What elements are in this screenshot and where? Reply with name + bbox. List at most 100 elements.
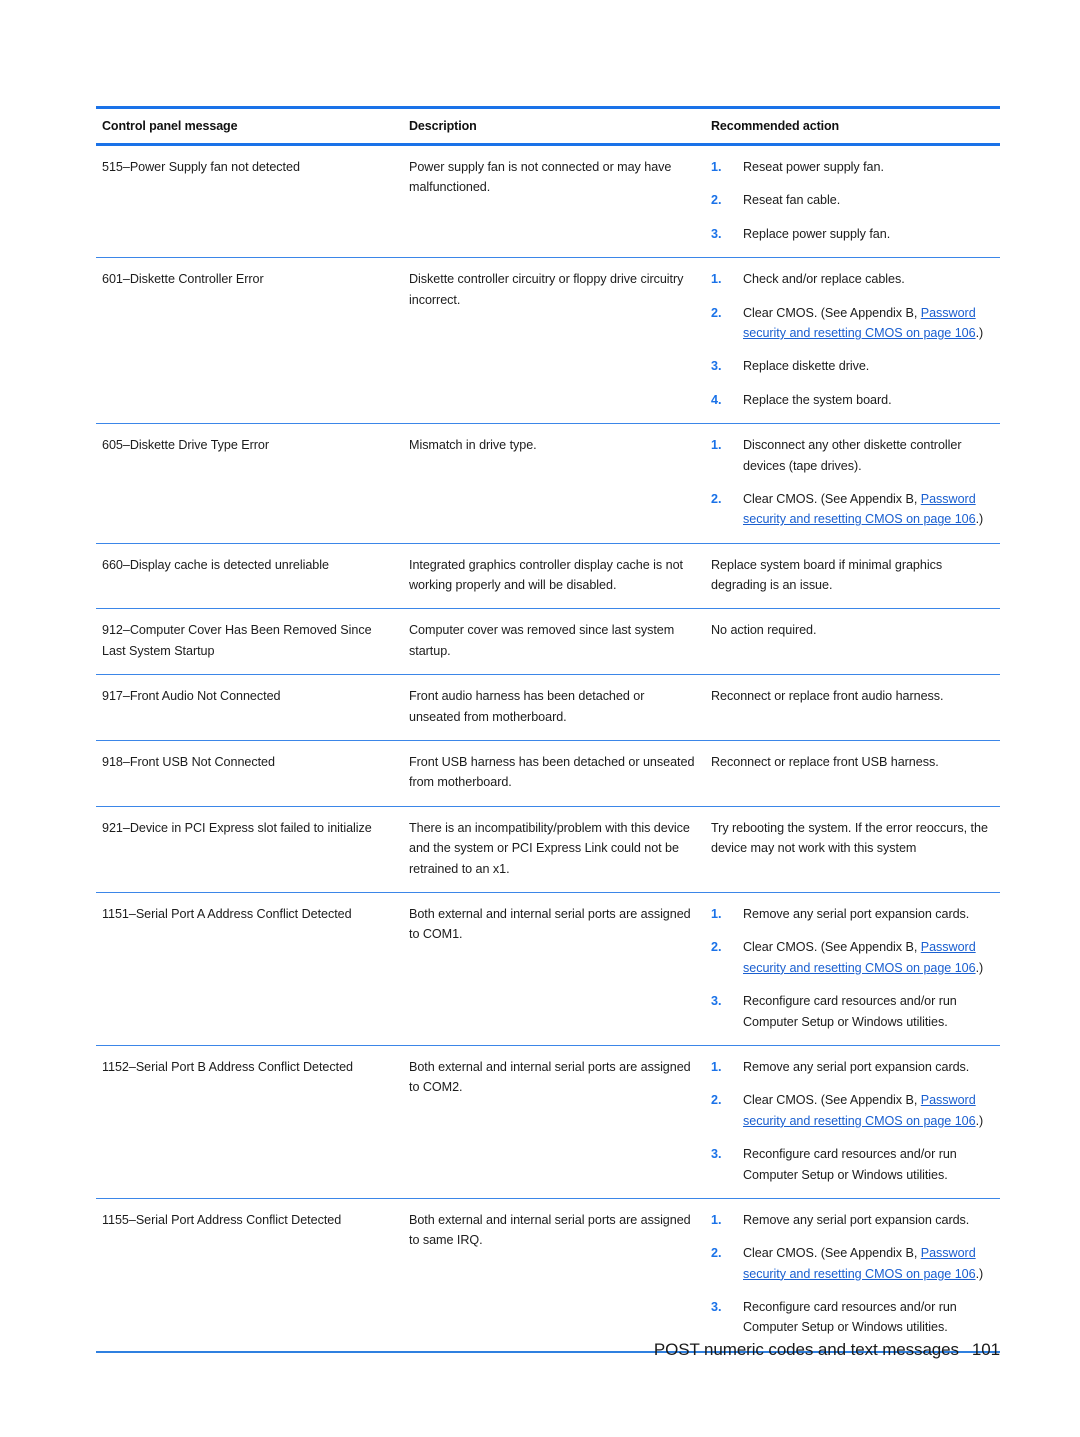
cell-control-panel-message: 1155–Serial Port Address Conflict Detect… bbox=[96, 1198, 403, 1353]
step-text-lead: Clear CMOS. (See Appendix B, bbox=[743, 491, 921, 506]
footer-section-title: POST numeric codes and text messages bbox=[653, 1340, 959, 1359]
step-text: Clear CMOS. (See Appendix B, Password se… bbox=[743, 303, 990, 344]
cell-description: Integrated graphics controller display c… bbox=[403, 543, 705, 610]
step-text-lead: Clear CMOS. (See Appendix B, bbox=[743, 940, 921, 955]
cell-control-panel-message: 1151–Serial Port A Address Conflict Dete… bbox=[96, 892, 403, 1046]
cell-description: Both external and internal serial ports … bbox=[403, 892, 705, 1046]
cell-recommended-action: 1. Remove any serial port expansion cards… bbox=[705, 1198, 1000, 1353]
table-header-row: Control panel message Description Recomm… bbox=[96, 106, 1000, 146]
step-text-tail: .) bbox=[975, 325, 984, 340]
action-step: 2. Clear CMOS. (See Appendix B, Password … bbox=[711, 489, 990, 530]
column-header-control-panel-message: Control panel message bbox=[96, 106, 403, 146]
cell-control-panel-message: 912–Computer Cover Has Been Removed Sinc… bbox=[96, 608, 403, 676]
table-row: 601–Diskette Controller Error Diskette co… bbox=[96, 257, 1000, 425]
step-number: 3. bbox=[711, 226, 722, 241]
table-body: 515–Power Supply fan not detected Power s… bbox=[96, 144, 1000, 1353]
action-step: 3. Replace power supply fan. bbox=[711, 224, 990, 244]
step-number: 3. bbox=[711, 359, 722, 374]
cell-description: Power supply fan is not connected or may… bbox=[403, 144, 705, 259]
page-footer: POST numeric codes and text messages 101 bbox=[0, 1340, 1080, 1360]
step-text-tail: .) bbox=[975, 512, 984, 527]
step-number: 3. bbox=[711, 1147, 722, 1162]
action-step: 1. Remove any serial port expansion cards… bbox=[711, 1057, 990, 1077]
cell-recommended-action: Reconnect or replace front USB harness. bbox=[705, 740, 1000, 807]
action-text: Try rebooting the system. If the error r… bbox=[711, 820, 988, 856]
step-number: 1. bbox=[711, 160, 722, 174]
table-row: 918–Front USB Not Connected Front USB har… bbox=[96, 740, 1000, 807]
step-text-lead: Clear CMOS. (See Appendix B, bbox=[743, 1093, 921, 1108]
action-step: 3. Replace diskette drive. bbox=[711, 356, 990, 376]
column-header-recommended-action: Recommended action bbox=[705, 106, 1000, 146]
table-row: 1155–Serial Port Address Conflict Detect… bbox=[96, 1198, 1000, 1353]
step-text-lead: Replace the system board. bbox=[743, 392, 892, 407]
step-text: Reconfigure card resources and/or run Co… bbox=[743, 991, 990, 1032]
action-step: 1. Remove any serial port expansion cards… bbox=[711, 1210, 990, 1230]
table-row: 912–Computer Cover Has Been Removed Sinc… bbox=[96, 608, 1000, 676]
cell-description: Computer cover was removed since last sy… bbox=[403, 608, 705, 676]
post-codes-table: Control panel message Description Recomm… bbox=[96, 106, 1000, 1353]
cell-recommended-action: 1. Check and/or replace cables. 2. Clear CM… bbox=[705, 257, 1000, 425]
cell-recommended-action: Try rebooting the system. If the error r… bbox=[705, 806, 1000, 893]
step-text: Reseat power supply fan. bbox=[743, 157, 990, 177]
cell-description: There is an incompatibility/problem with… bbox=[403, 806, 705, 893]
table-row: 1152–Serial Port B Address Conflict Dete… bbox=[96, 1045, 1000, 1199]
action-step: 1. Check and/or replace cables. bbox=[711, 269, 990, 289]
cell-description: Both external and internal serial ports … bbox=[403, 1045, 705, 1199]
cell-control-panel-message: 1152–Serial Port B Address Conflict Dete… bbox=[96, 1045, 403, 1199]
cell-description: Diskette controller circuitry or floppy … bbox=[403, 257, 705, 425]
step-number: 4. bbox=[711, 392, 722, 407]
step-text-lead: Replace diskette drive. bbox=[743, 359, 870, 374]
step-number: 2. bbox=[711, 1093, 722, 1108]
step-number: 1. bbox=[711, 906, 722, 921]
action-step-list: 1. Reseat power supply fan. 2. Reseat fan c… bbox=[711, 157, 990, 244]
step-number: 2. bbox=[711, 193, 722, 208]
step-number: 1. bbox=[711, 438, 722, 453]
step-text-lead: Disconnect any other diskette controller… bbox=[743, 438, 962, 473]
step-text-tail: .) bbox=[975, 1266, 984, 1281]
step-text-lead: Remove any serial port expansion cards. bbox=[743, 906, 970, 921]
step-text-lead: Remove any serial port expansion cards. bbox=[743, 1212, 970, 1227]
step-text-lead: Reconfigure card resources and/or run Co… bbox=[743, 1147, 957, 1182]
table-row: 917–Front Audio Not Connected Front audio… bbox=[96, 674, 1000, 742]
cell-recommended-action: Replace system board if minimal graphics… bbox=[705, 543, 1000, 610]
cell-control-panel-message: 601–Diskette Controller Error bbox=[96, 257, 403, 425]
action-step: 2. Clear CMOS. (See Appendix B, Password … bbox=[711, 937, 990, 978]
step-text-lead: Reseat fan cable. bbox=[743, 193, 841, 208]
step-number: 2. bbox=[711, 491, 722, 506]
table-header: Control panel message Description Recomm… bbox=[96, 106, 1000, 146]
step-number: 2. bbox=[711, 1246, 722, 1261]
post-codes-table-container: Control panel message Description Recomm… bbox=[96, 106, 1000, 1353]
step-text: Clear CMOS. (See Appendix B, Password se… bbox=[743, 1243, 990, 1284]
action-text: Reconnect or replace front audio harness… bbox=[711, 689, 944, 704]
step-number: 3. bbox=[711, 1300, 722, 1315]
step-text: Reseat fan cable. bbox=[743, 190, 990, 210]
cell-control-panel-message: 918–Front USB Not Connected bbox=[96, 740, 403, 807]
step-text-lead: Replace power supply fan. bbox=[743, 226, 891, 241]
cell-recommended-action: Reconnect or replace front audio harness… bbox=[705, 674, 1000, 742]
step-text: Clear CMOS. (See Appendix B, Password se… bbox=[743, 1090, 990, 1131]
cell-control-panel-message: 605–Diskette Drive Type Error bbox=[96, 423, 403, 544]
step-text-lead: Reconfigure card resources and/or run Co… bbox=[743, 994, 957, 1029]
table-row: 515–Power Supply fan not detected Power s… bbox=[96, 144, 1000, 259]
step-number: 1. bbox=[711, 1059, 722, 1074]
step-text-lead: Clear CMOS. (See Appendix B, bbox=[743, 305, 921, 320]
action-step: 2. Clear CMOS. (See Appendix B, Password … bbox=[711, 1090, 990, 1131]
step-text: Clear CMOS. (See Appendix B, Password se… bbox=[743, 489, 990, 530]
document-page: Control panel message Description Recomm… bbox=[0, 0, 1080, 1437]
action-step-list: 1. Remove any serial port expansion cards… bbox=[711, 1057, 990, 1185]
step-text: Disconnect any other diskette controller… bbox=[743, 435, 990, 476]
step-text: Remove any serial port expansion cards. bbox=[743, 1057, 990, 1077]
step-text: Clear CMOS. (See Appendix B, Password se… bbox=[743, 937, 990, 978]
table-row: 660–Display cache is detected unreliable… bbox=[96, 543, 1000, 610]
step-text: Check and/or replace cables. bbox=[743, 269, 990, 289]
action-step: 1. Disconnect any other diskette controll… bbox=[711, 435, 990, 476]
action-step-list: 1. Check and/or replace cables. 2. Clear CM… bbox=[711, 269, 990, 410]
action-step: 2. Clear CMOS. (See Appendix B, Password … bbox=[711, 303, 990, 344]
cell-description: Front audio harness has been detached or… bbox=[403, 674, 705, 742]
column-header-description: Description bbox=[403, 106, 705, 146]
step-text: Replace power supply fan. bbox=[743, 224, 990, 244]
step-number: 3. bbox=[711, 994, 722, 1009]
step-text-tail: .) bbox=[975, 960, 984, 975]
action-step: 3. Reconfigure card resources and/or run … bbox=[711, 991, 990, 1032]
step-text-lead: Check and/or replace cables. bbox=[743, 272, 905, 287]
